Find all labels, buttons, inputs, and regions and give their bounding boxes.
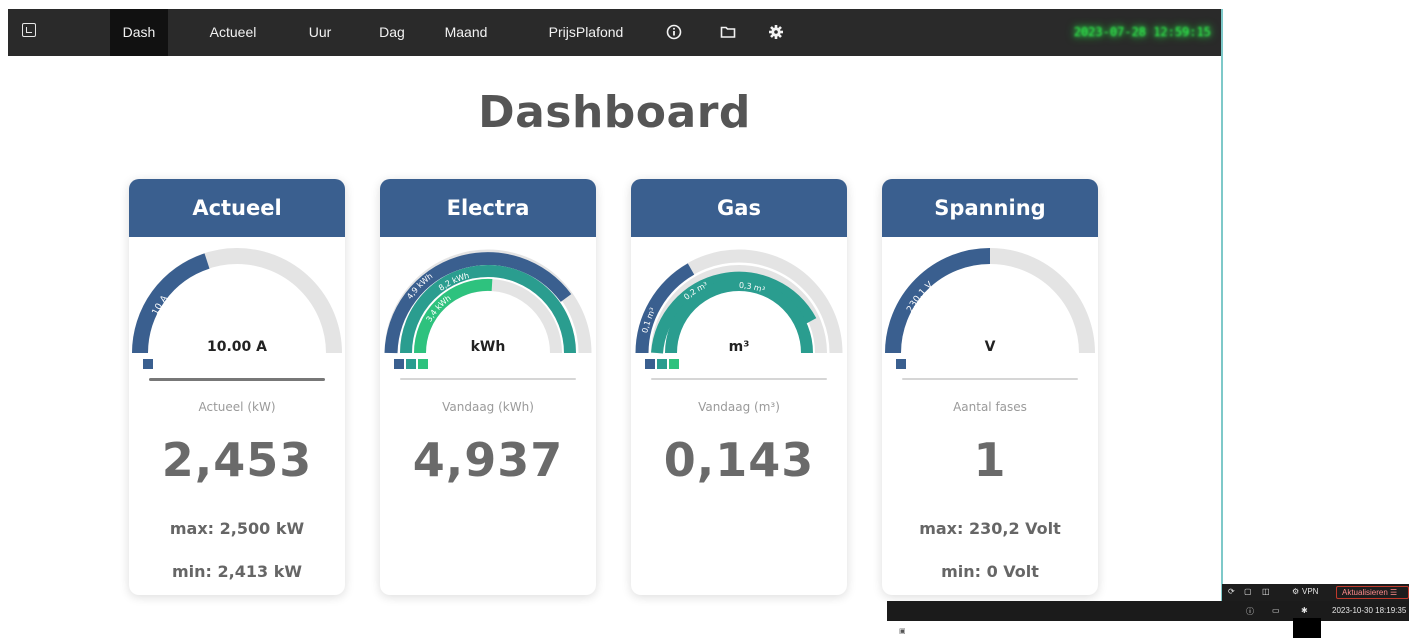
card-spanning: Spanning 230,1 V V Aantal fases 1 max: 2…: [882, 179, 1098, 595]
card-actueel-value: 2,453: [161, 433, 313, 487]
info-icon[interactable]: [666, 24, 682, 40]
vpn-icon: ⚙: [1292, 587, 1300, 596]
ghost-nav-logo-icon: ▣: [899, 628, 906, 635]
card-header-actueel: Actueel: [129, 179, 345, 237]
card-actueel-max: max: 2,500 kW: [169, 519, 305, 538]
vpn-label[interactable]: VPN: [1302, 587, 1318, 596]
nav-dag[interactable]: Dag: [370, 9, 414, 56]
taskbar-info-icon[interactable]: ⓘ: [1246, 606, 1254, 617]
gauge-gas-legend-chip-2[interactable]: [657, 359, 667, 369]
update-button[interactable]: Aktualisieren ☰: [1336, 586, 1409, 599]
gauge-electra-legend-chip-1[interactable]: [394, 359, 404, 369]
card-header-electra: Electra: [380, 179, 596, 237]
folder-icon[interactable]: [720, 24, 736, 40]
card-spanning-max: max: 230,2 Volt: [919, 519, 1061, 538]
card-header-gas: Gas: [631, 179, 847, 237]
page-title: Dashboard: [478, 87, 751, 138]
card-spanning-sublabel: Aantal fases: [953, 400, 1027, 414]
card-spanning-value: 1: [973, 433, 1007, 487]
card-spanning-min: min: 0 Volt: [941, 562, 1039, 581]
split-window-icon[interactable]: ◫: [1262, 587, 1270, 596]
card-electra-divider: [400, 378, 576, 380]
taskbar-clock: 2023-10-30 18:19:35: [1332, 606, 1407, 615]
nav-dash[interactable]: Dash: [110, 9, 168, 56]
taskbar-settings-selected[interactable]: [1293, 618, 1321, 638]
window-icon[interactable]: ▢: [1244, 587, 1252, 596]
gauge-gas-legend-chip-1[interactable]: [645, 359, 655, 369]
gauge-gas-legend-chip-3[interactable]: [669, 359, 679, 369]
gauge-spanning-legend-chip[interactable]: [896, 359, 906, 369]
card-actueel: Actueel 10 A 10.00 A Actueel (kW) 2,453 …: [129, 179, 345, 595]
card-actueel-min: min: 2,413 kW: [172, 562, 302, 581]
card-header-spanning: Spanning: [882, 179, 1098, 237]
update-button-label: Aktualisieren: [1342, 588, 1388, 597]
app-logo-icon[interactable]: [22, 23, 36, 37]
nav-clock: 2023-07-28 12:59:15: [1073, 25, 1211, 39]
taskbar-bottom-row: ▣ ⓘ ▭ ✱ 2023-10-30 18:19:35: [887, 601, 1409, 638]
sync-icon[interactable]: ⟳: [1228, 587, 1235, 596]
card-gas-divider: [651, 378, 827, 380]
gauge-spanning-center: V: [984, 339, 996, 355]
gauge-actueel-legend-chip[interactable]: [143, 359, 153, 369]
card-gas-sublabel: Vandaag (m³): [698, 400, 780, 414]
gear-icon[interactable]: [768, 24, 784, 40]
taskbar-gear-icon[interactable]: ✱: [1301, 606, 1308, 615]
nav-actueel[interactable]: Actueel: [198, 9, 268, 56]
card-gas-value: 0,143: [663, 433, 815, 487]
card-electra-value: 4,937: [412, 433, 564, 487]
card-spanning-divider: [902, 378, 1078, 380]
gauge-electra-legend-chip-2[interactable]: [406, 359, 416, 369]
os-taskbar: ⟳ ▢ ◫ ⚙ VPN Aktualisieren ☰ ▣ ⓘ ▭ ✱ 2023…: [887, 584, 1409, 638]
gauge-actueel-center: 10.00 A: [207, 339, 267, 355]
gauge-electra-center: kWh: [470, 339, 506, 355]
nav-uur[interactable]: Uur: [298, 9, 342, 56]
taskbar-folder-icon[interactable]: ▭: [1272, 606, 1280, 615]
app-window: Dash Actueel Uur Dag Maand PrijsPlafond …: [8, 9, 1223, 621]
card-actueel-sublabel: Actueel (kW): [198, 400, 276, 414]
gauge-gas-center: m³: [728, 339, 750, 355]
gauge-electra-legend-chip-3[interactable]: [418, 359, 428, 369]
top-navbar: Dash Actueel Uur Dag Maand PrijsPlafond …: [8, 9, 1221, 56]
card-actueel-divider: [149, 378, 325, 381]
card-electra: Electra 4,9 kWh 8,2 kWh 3,4 kWh kWh Vand…: [380, 179, 596, 595]
card-gas: Gas 0,1 m³ 0,2 m³ 0,3 m³ m³ Vandaag (m³)…: [631, 179, 847, 595]
nav-prijsplafond[interactable]: PrijsPlafond: [531, 9, 641, 56]
card-electra-sublabel: Vandaag (kWh): [442, 400, 534, 414]
nav-maand[interactable]: Maand: [432, 9, 500, 56]
